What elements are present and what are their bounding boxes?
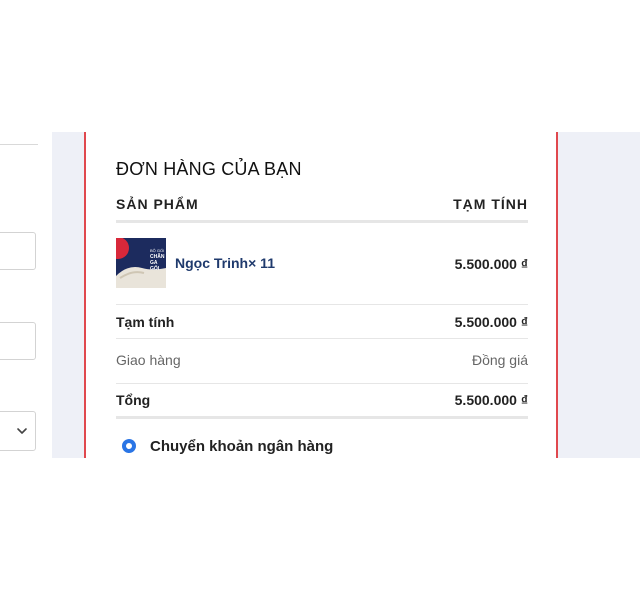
payment-option-label: Chuyển khoản ngân hàng	[150, 438, 334, 455]
billing-input-field[interactable]	[0, 322, 36, 360]
row-divider	[116, 383, 528, 384]
shipping-label: Giao hàng	[116, 352, 181, 368]
total-label: Tổng	[116, 392, 151, 408]
form-divider	[0, 144, 38, 145]
shipping-value: Đồng giá	[471, 352, 528, 368]
subtotal-value: 5.500.000 ₫	[454, 314, 528, 330]
column-header-subtotal: TẠM TÍNH	[453, 196, 528, 212]
order-review-card: ĐƠN HÀNG CỦA BẠN SẢN PHẨM TẠM TÍNH BỘ GỐ…	[84, 132, 558, 458]
payment-option-bank-transfer[interactable]: Chuyển khoản ngân hàng	[122, 438, 422, 458]
product-price: 5.500.000 ₫	[454, 256, 528, 272]
radio-selected-icon[interactable]	[122, 439, 136, 453]
order-item-row: BỘ GỐI CHĂN GA GỐI Ngọc Trinh× 11 5.500.…	[116, 238, 528, 288]
billing-form-column	[0, 132, 52, 458]
row-divider	[116, 338, 528, 339]
total-divider	[116, 416, 528, 419]
subtotal-label: Tạm tính	[116, 314, 175, 330]
thumbnail-caption: GỐI	[150, 265, 160, 272]
total-value: 5.500.000 ₫	[454, 392, 528, 408]
checkout-screen: ĐƠN HÀNG CỦA BẠN SẢN PHẨM TẠM TÍNH BỘ GỐ…	[0, 0, 640, 590]
total-row: Tổng 5.500.000 ₫	[116, 392, 528, 412]
thumbnail-caption: CHĂN	[150, 253, 165, 260]
product-name-link[interactable]: Ngọc Trinh× 11	[175, 255, 275, 271]
header-divider	[116, 220, 528, 223]
row-divider	[116, 304, 528, 305]
order-title: ĐƠN HÀNG CỦA BẠN	[116, 159, 302, 179]
thumbnail-caption: BỘ GỐI	[150, 248, 164, 253]
column-header-product: SẢN PHẨM	[116, 196, 199, 212]
product-thumbnail: BỘ GỐI CHĂN GA GỐI	[116, 238, 166, 288]
order-table-header: SẢN PHẨM TẠM TÍNH	[116, 196, 528, 216]
billing-select-field[interactable]	[0, 411, 36, 451]
billing-input-field[interactable]	[0, 232, 36, 270]
subtotal-row: Tạm tính 5.500.000 ₫	[116, 314, 528, 334]
chevron-down-icon	[17, 428, 27, 434]
shipping-row: Giao hàng Đồng giá	[116, 352, 528, 372]
